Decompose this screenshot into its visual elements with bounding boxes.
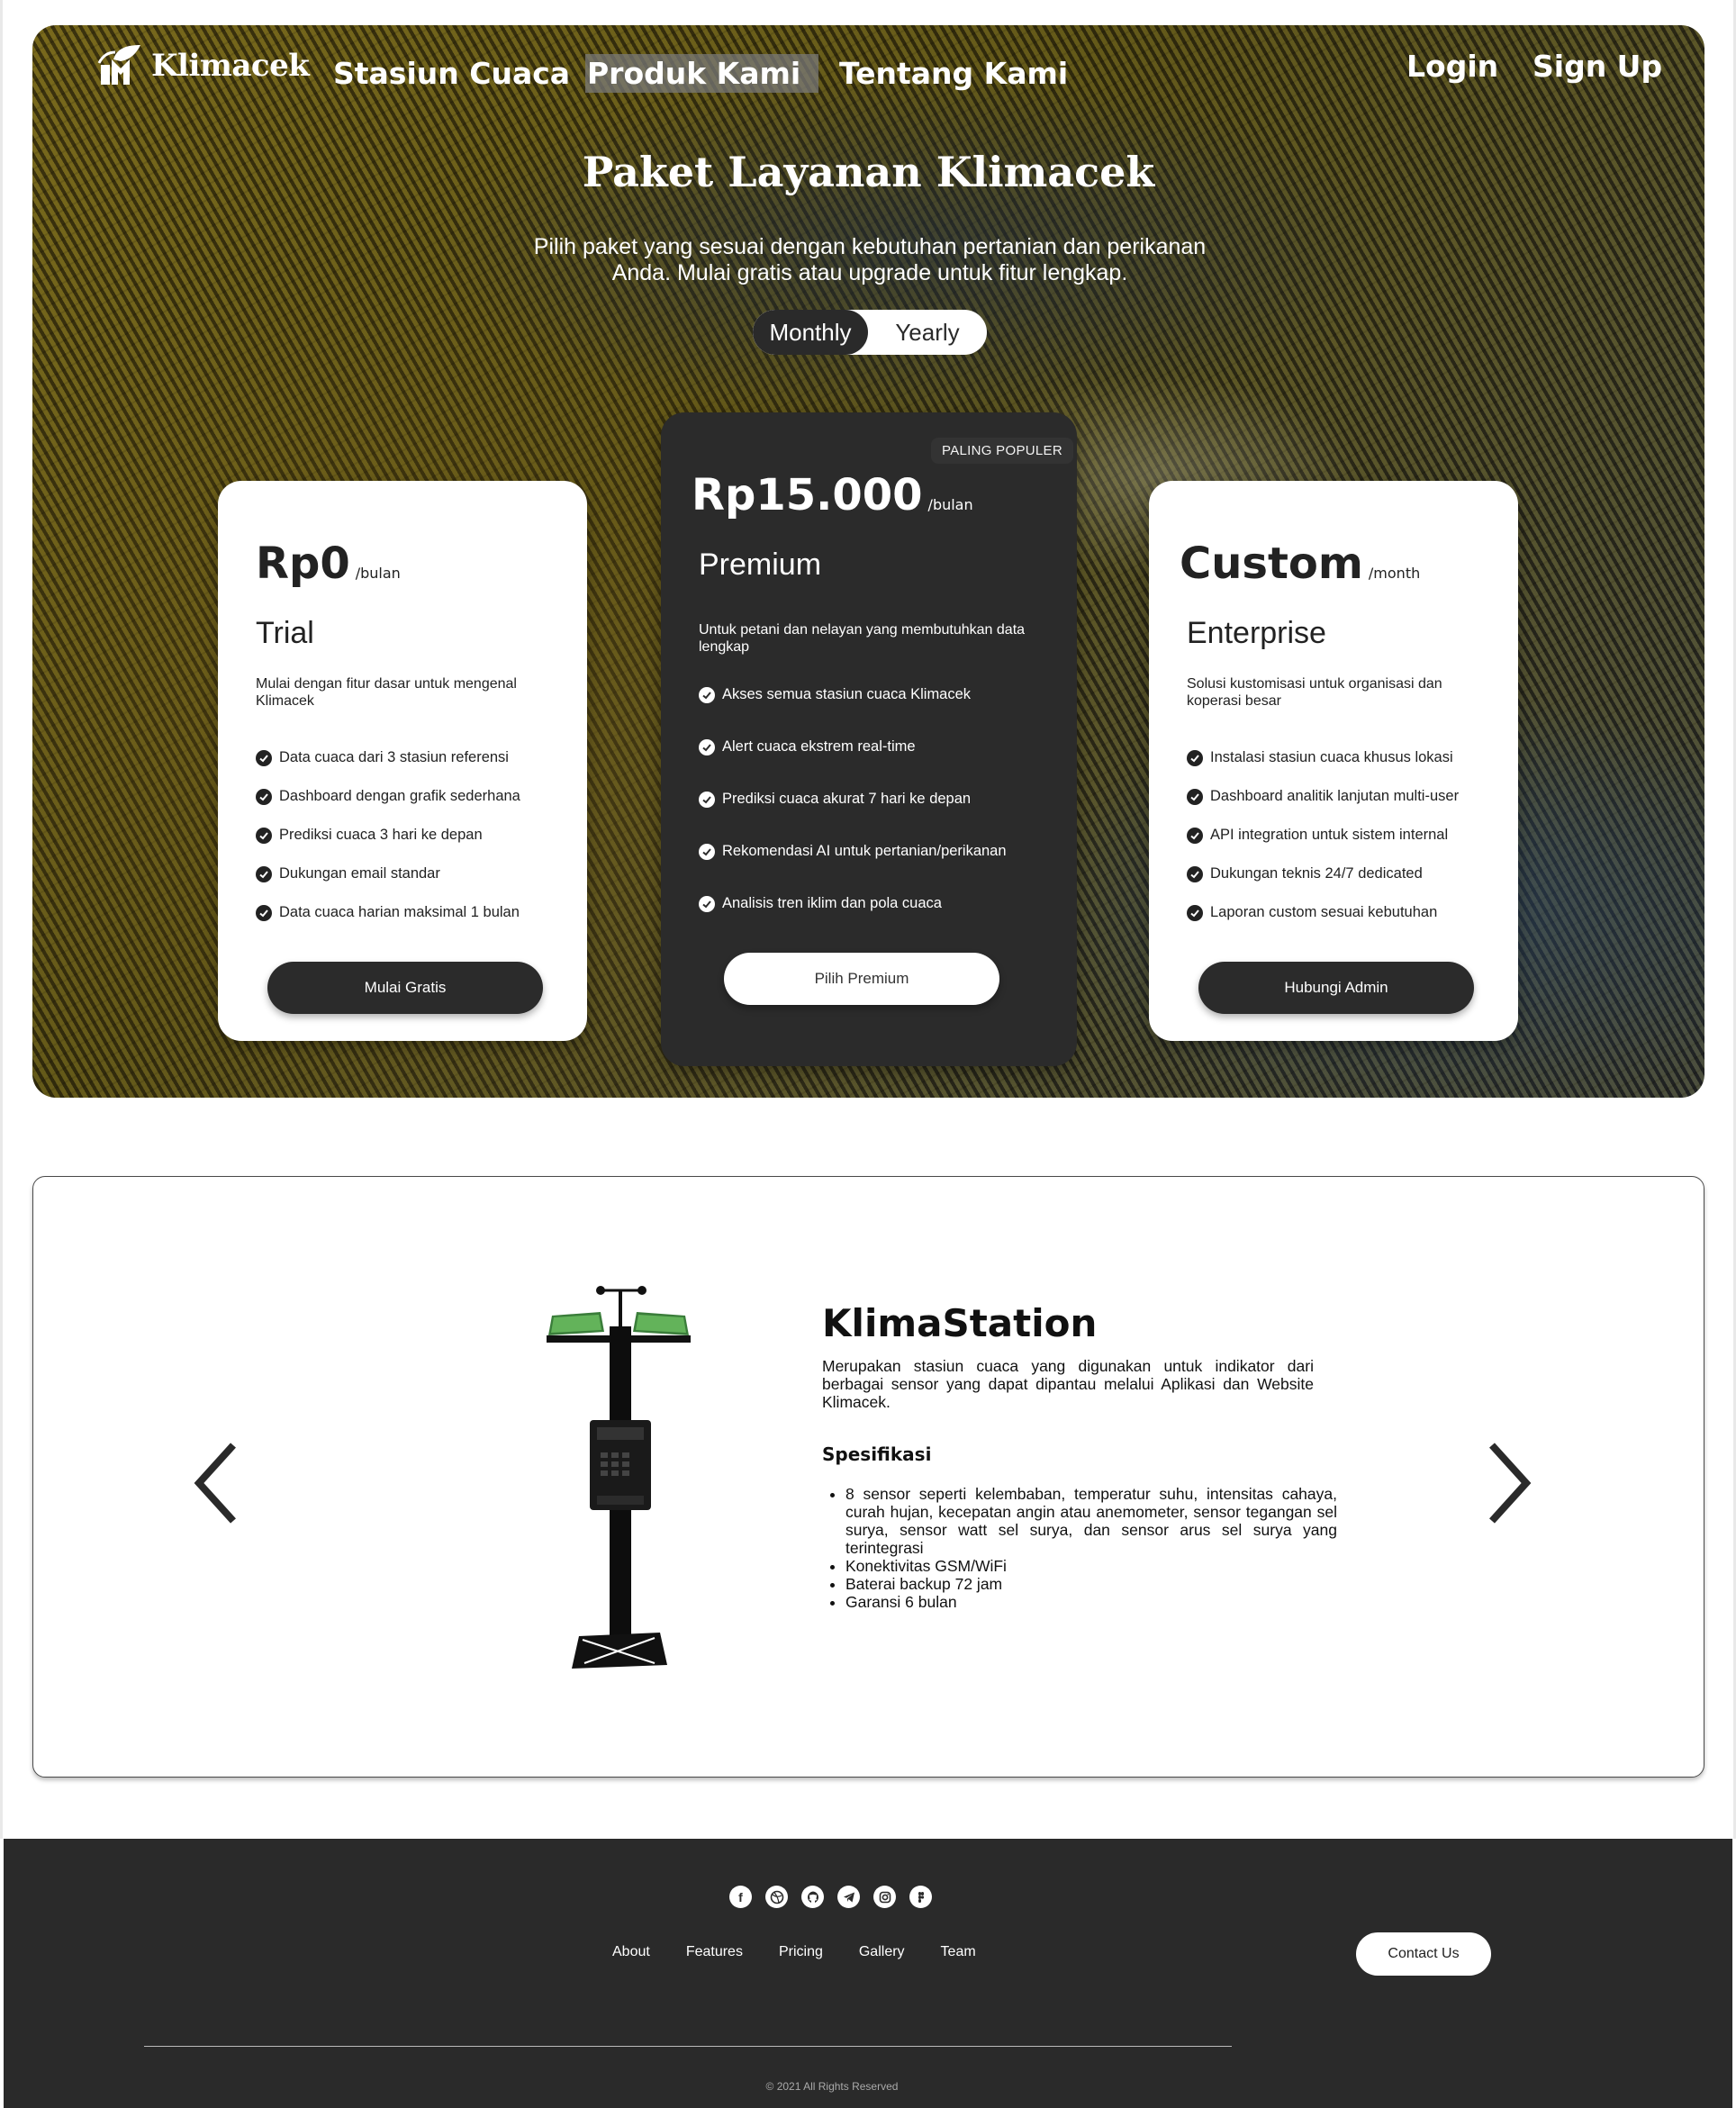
dribbble-icon[interactable] [765, 1886, 788, 1908]
check-icon [699, 791, 715, 808]
spec-item: Konektivitas GSM/WiFi [845, 1557, 1337, 1575]
spec-heading: Spesifikasi [822, 1443, 932, 1465]
plan-card-enterprise: Custom/month Enterprise Solusi kustomisa… [1149, 481, 1518, 1041]
contact-us-button[interactable]: Contact Us [1356, 1932, 1491, 1976]
check-icon [1187, 827, 1203, 844]
product-description: Merupakan stasiun cuaca yang digunakan u… [822, 1357, 1314, 1411]
login-link[interactable]: Login [1405, 47, 1500, 86]
figma-icon[interactable] [909, 1886, 932, 1908]
instagram-icon[interactable] [873, 1886, 896, 1908]
start-free-button[interactable]: Mulai Gratis [267, 962, 543, 1014]
choose-premium-button[interactable]: Pilih Premium [724, 953, 999, 1005]
footer-link-gallery[interactable]: Gallery [859, 1944, 905, 1960]
plan-card-premium: PALING POPULER Rp15.000/bulan Premium Un… [661, 412, 1077, 1066]
feature-item: Prediksi cuaca akurat 7 hari ke depan [699, 791, 971, 808]
footer: f About Features Pricing Gallery Team Co… [4, 1839, 1732, 2108]
plan-price: Custom/month [1180, 538, 1421, 589]
footer-link-team[interactable]: Team [941, 1944, 976, 1960]
telegram-icon[interactable] [837, 1886, 860, 1908]
footer-link-about[interactable]: About [612, 1944, 650, 1960]
billing-toggle[interactable]: Monthly Yearly [753, 310, 987, 355]
spec-item: 8 sensor seperti kelembaban, temperatur … [845, 1485, 1337, 1557]
footer-link-pricing[interactable]: Pricing [779, 1944, 823, 1960]
plan-description: Untuk petani dan nelayan yang membutuhka… [699, 622, 1026, 655]
nav-link-stasiun-cuaca[interactable]: Stasiun Cuaca [331, 54, 572, 93]
facebook-icon[interactable]: f [729, 1886, 752, 1908]
check-icon [1187, 749, 1203, 766]
feature-item: Analisis tren iklim dan pola cuaca [699, 895, 942, 912]
feature-item: Dukungan teknis 24/7 dedicated [1187, 865, 1423, 882]
plan-description: Solusi kustomisasi untuk organisasi dan … [1187, 676, 1442, 709]
check-icon [1187, 904, 1203, 921]
chevron-left-icon[interactable] [188, 1438, 242, 1528]
price-unit: /month [1368, 565, 1421, 582]
feature-item: Akses semua stasiun cuaca Klimacek [699, 686, 971, 703]
check-icon [699, 843, 715, 860]
footer-divider [144, 2046, 1232, 2047]
toggle-yearly[interactable]: Yearly [868, 310, 987, 355]
feature-item: Dashboard analitik lanjutan multi-user [1187, 788, 1459, 805]
page-subtitle: Pilih paket yang sesuai dengan kebutuhan… [533, 234, 1207, 285]
feature-item: Dashboard dengan grafik sederhana [256, 788, 520, 805]
spec-list: 8 sensor seperti kelembaban, temperatur … [822, 1485, 1337, 1611]
plan-name: Enterprise [1187, 616, 1326, 650]
contact-admin-button[interactable]: Hubungi Admin [1198, 962, 1474, 1014]
plan-card-trial: Rp0/bulan Trial Mulai dengan fitur dasar… [218, 481, 587, 1041]
leaf-logo-icon [97, 45, 140, 85]
page-edge-left [0, 0, 3, 1839]
price-unit: /bulan [355, 565, 401, 582]
nav-link-tentang-kami[interactable]: Tentang Kami [837, 54, 1070, 93]
price-unit: /bulan [927, 496, 973, 513]
feature-item: Prediksi cuaca 3 hari ke depan [256, 827, 483, 844]
check-icon [256, 904, 272, 921]
product-title: KlimaStation [822, 1301, 1098, 1345]
github-icon[interactable] [801, 1886, 824, 1908]
chevron-right-icon[interactable] [1483, 1438, 1537, 1528]
plan-name: Premium [699, 547, 822, 582]
check-icon [256, 749, 272, 766]
page-title: Paket Layanan Klimacek [582, 148, 1155, 196]
feature-item: Instalasi stasiun cuaca khusus lokasi [1187, 749, 1453, 766]
plan-name: Trial [256, 616, 314, 650]
toggle-monthly[interactable]: Monthly [753, 310, 868, 355]
popular-badge: PALING POPULER [931, 438, 1073, 464]
footer-link-features[interactable]: Features [686, 1944, 743, 1960]
check-icon [699, 686, 715, 703]
spec-item: Baterai backup 72 jam [845, 1575, 1337, 1593]
check-icon [699, 738, 715, 755]
footer-links: About Features Pricing Gallery Team [612, 1944, 976, 1960]
product-carousel: KlimaStation Merupakan stasiun cuaca yan… [32, 1176, 1704, 1778]
weather-station-image [547, 1286, 691, 1669]
check-icon [256, 788, 272, 805]
check-icon [699, 895, 715, 912]
signup-link[interactable]: Sign Up [1531, 47, 1664, 86]
check-icon [1187, 865, 1203, 882]
check-icon [256, 865, 272, 882]
nav-link-produk-kami[interactable]: Produk Kami [585, 54, 819, 93]
hero-section: Klimacek Stasiun Cuaca Produk Kami Tenta… [32, 25, 1704, 1098]
feature-item: Laporan custom sesuai kebutuhan [1187, 904, 1437, 921]
check-icon [256, 827, 272, 844]
copyright-text: © 2021 All Rights Reserved [765, 2080, 899, 2093]
feature-item: API integration untuk sistem internal [1187, 827, 1448, 844]
plan-description: Mulai dengan fitur dasar untuk mengenal … [256, 676, 517, 709]
brand-name: Klimacek [151, 48, 310, 84]
social-links: f [729, 1886, 932, 1908]
plan-price: Rp0/bulan [256, 538, 401, 589]
feature-item: Alert cuaca ekstrem real-time [699, 738, 916, 755]
feature-item: Data cuaca harian maksimal 1 bulan [256, 904, 520, 921]
plan-price: Rp15.000/bulan [692, 470, 973, 520]
spec-item: Garansi 6 bulan [845, 1593, 1337, 1611]
feature-item: Rekomendasi AI untuk pertanian/perikanan [699, 843, 1007, 860]
feature-item: Data cuaca dari 3 stasiun referensi [256, 749, 509, 766]
check-icon [1187, 788, 1203, 805]
feature-item: Dukungan email standar [256, 865, 440, 882]
brand-logo[interactable]: Klimacek [95, 43, 310, 88]
